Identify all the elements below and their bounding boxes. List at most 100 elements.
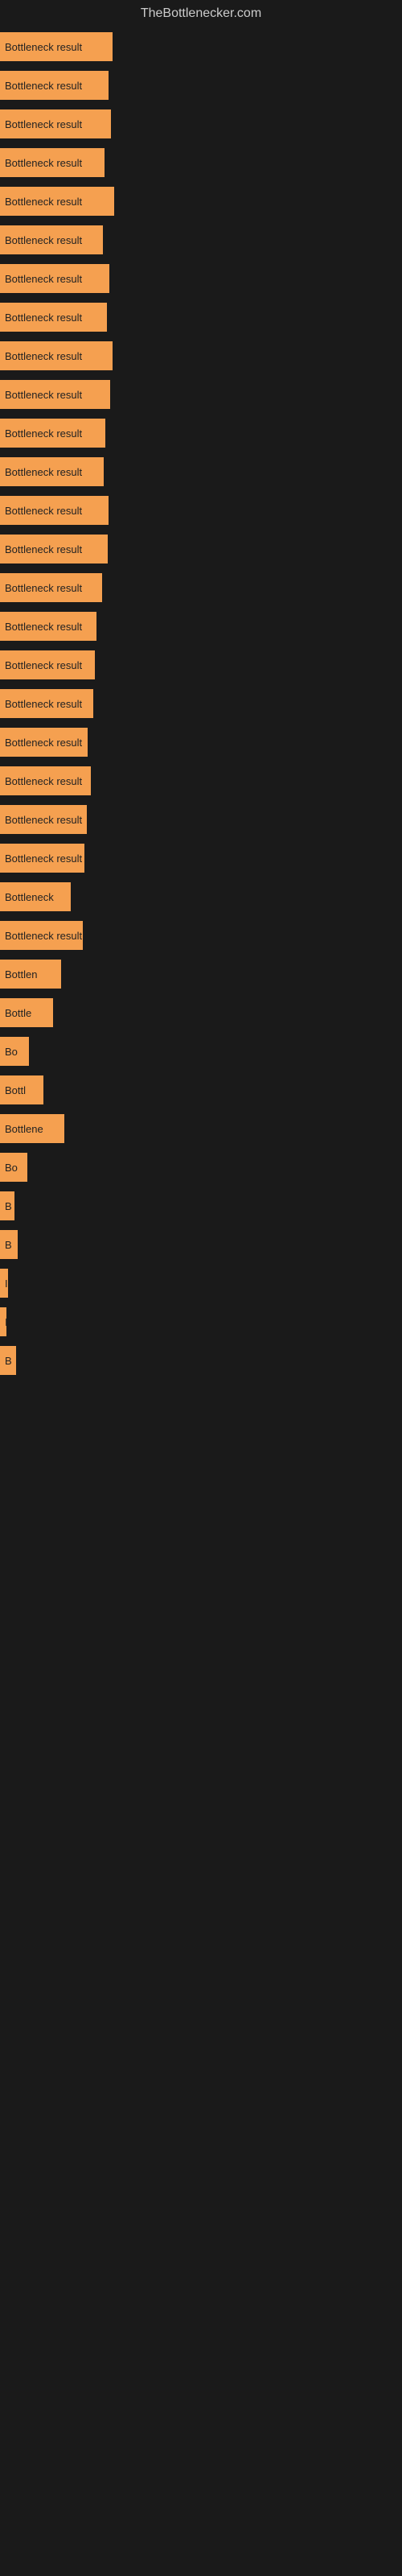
bottleneck-bar: Bottleneck result [0,225,103,254]
bottleneck-bar: Bottleneck result [0,612,96,641]
bottleneck-bar: Bottle [0,998,53,1027]
bottleneck-bar: Bottleneck result [0,187,114,216]
bar-label: Bottleneck result [5,582,82,594]
bottleneck-bar: Bottleneck result [0,380,110,409]
bottleneck-bar: Bottleneck result [0,689,93,718]
bottleneck-bar: Bottleneck result [0,496,109,525]
bar-label: Bottleneck result [5,543,82,555]
bar-row: Bottleneck result [0,336,402,375]
bottleneck-bar: Bottleneck result [0,303,107,332]
bottleneck-bar: Bo [0,1153,27,1182]
bar-row: I [0,1264,402,1302]
bottleneck-bar: Bottleneck result [0,341,113,370]
bar-row: Bottleneck result [0,452,402,491]
bottleneck-bar: B [0,1346,16,1375]
bar-row: Bottleneck result [0,298,402,336]
bar-row: Bottleneck result [0,143,402,182]
bar-row: Bottleneck result [0,568,402,607]
bar-row: Bottlen [0,955,402,993]
bar-label: Bottl [5,1084,26,1096]
bar-row: Bottleneck result [0,607,402,646]
bar-label: B [5,1200,12,1212]
bar-label: Bottleneck result [5,389,82,401]
bottleneck-bar: Bottleneck result [0,109,111,138]
bar-row: Bo [0,1032,402,1071]
bottleneck-bar: Bottleneck result [0,535,108,564]
bar-row: Bottleneck result [0,684,402,723]
bottleneck-bar: Bottleneck result [0,148,105,177]
bar-row: B [0,1341,402,1380]
bar-row: Bottlene [0,1109,402,1148]
bar-label: B [5,1355,12,1367]
bottleneck-bar: Bottleneck result [0,32,113,61]
bottleneck-bar: Bottleneck result [0,728,88,757]
bottleneck-bar: Bottlene [0,1114,64,1143]
bar-label: Bottleneck result [5,427,82,440]
bar-label: Bottlen [5,968,37,980]
bottleneck-bar: Bottleneck result [0,844,84,873]
bottleneck-bar: Bottleneck result [0,419,105,448]
bottleneck-bar: Bottlen [0,960,61,989]
bar-row: Bottleneck result [0,414,402,452]
bar-row: Bottleneck result [0,800,402,839]
bar-row: B [0,1187,402,1225]
bar-label: I [5,1316,6,1328]
bar-row: Bottleneck [0,877,402,916]
bar-row: Bottl [0,1071,402,1109]
bottleneck-bar: I [0,1307,6,1336]
bottleneck-bar: Bottleneck result [0,71,109,100]
bar-label: I [5,1278,8,1290]
bar-row: Bottleneck result [0,646,402,684]
bar-row: Bottleneck result [0,916,402,955]
bar-label: Bottleneck result [5,312,82,324]
bar-row: Bottleneck result [0,375,402,414]
bottleneck-bar: B [0,1230,18,1259]
bottleneck-bar: Bottleneck result [0,457,104,486]
bar-label: Bottleneck result [5,814,82,826]
bar-label: Bottleneck result [5,621,82,633]
bar-label: Bottleneck result [5,234,82,246]
bar-label: Bottleneck result [5,196,82,208]
bar-label: Bottleneck result [5,157,82,169]
bottleneck-bar: I [0,1269,8,1298]
bar-label: Bo [5,1162,18,1174]
bar-label: Bottleneck result [5,698,82,710]
bottleneck-bar: B [0,1191,14,1220]
bar-row: Bottleneck result [0,839,402,877]
bar-label: Bottleneck result [5,737,82,749]
bar-label: Bottle [5,1007,31,1019]
bar-row: Bottleneck result [0,105,402,143]
bar-label: Bottleneck result [5,80,82,92]
bottleneck-bar: Bottleneck result [0,264,109,293]
bar-label: Bottleneck [5,891,54,903]
bar-label: Bottleneck result [5,852,82,865]
bar-row: Bottleneck result [0,723,402,762]
bar-label: Bottleneck result [5,930,82,942]
bar-row: Bottleneck result [0,259,402,298]
bottleneck-bar: Bottleneck result [0,766,91,795]
bottleneck-bar: Bottleneck [0,882,71,911]
bar-label: Bo [5,1046,18,1058]
bar-label: Bottleneck result [5,505,82,517]
bar-label: Bottleneck result [5,273,82,285]
bar-label: Bottleneck result [5,775,82,787]
bar-row: Bottleneck result [0,66,402,105]
site-title: TheBottlenecker.com [0,0,402,27]
bottleneck-bar: Bottleneck result [0,921,83,950]
bar-row: Bo [0,1148,402,1187]
bottleneck-bar: Bottleneck result [0,573,102,602]
bar-row: Bottleneck result [0,221,402,259]
bar-row: Bottleneck result [0,27,402,66]
bar-row: Bottle [0,993,402,1032]
bottleneck-bar: Bottl [0,1075,43,1104]
bottleneck-bar: Bo [0,1037,29,1066]
bar-label: Bottleneck result [5,41,82,53]
bar-label: Bottleneck result [5,659,82,671]
bars-container: Bottleneck result Bottleneck result Bottle… [0,27,402,1380]
bar-row: Bottleneck result [0,491,402,530]
bar-row: Bottleneck result [0,762,402,800]
bar-label: Bottlene [5,1123,43,1135]
bar-label: B [5,1239,12,1251]
bar-label: Bottleneck result [5,466,82,478]
bar-row: I [0,1302,402,1341]
